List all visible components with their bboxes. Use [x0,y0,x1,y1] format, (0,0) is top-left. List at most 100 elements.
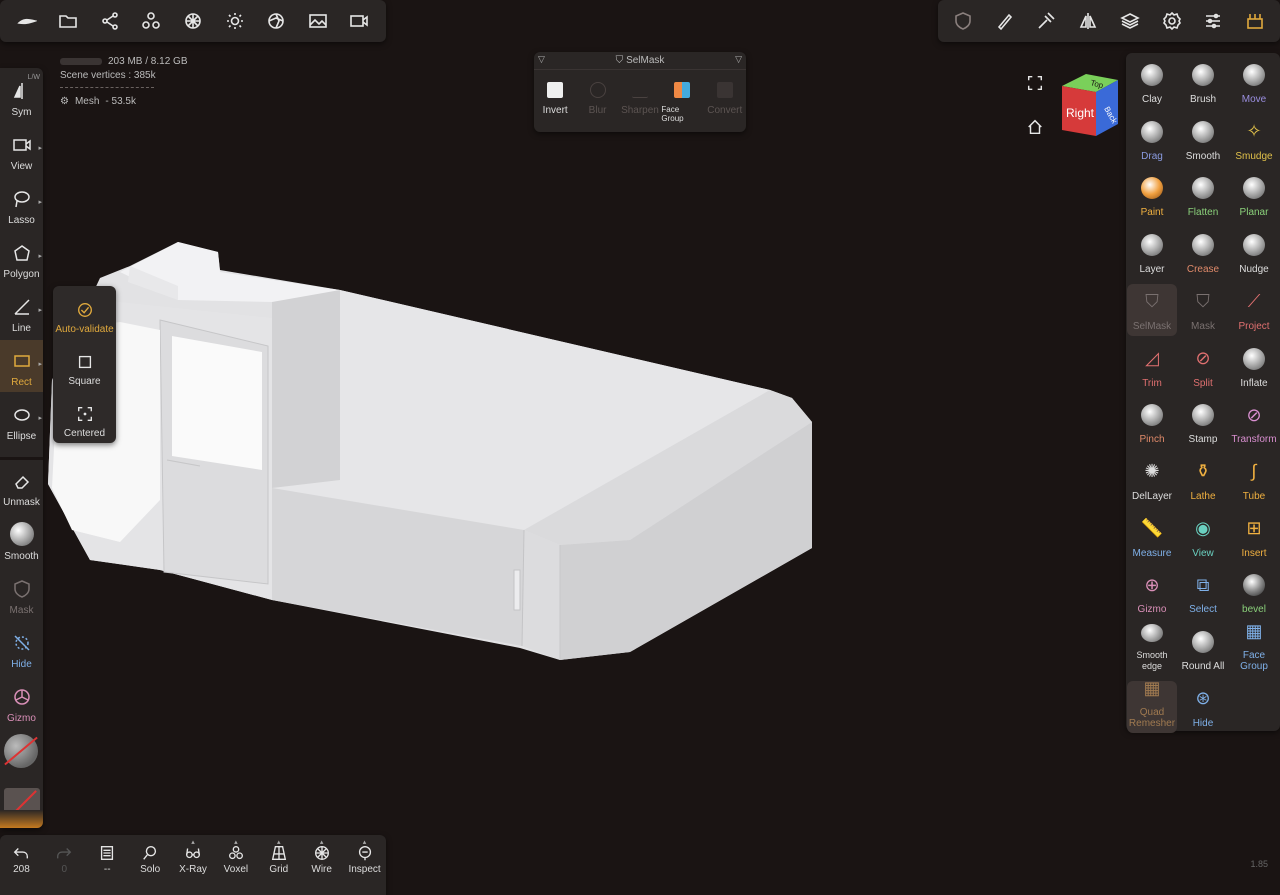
tool-inflate[interactable]: Inflate [1229,341,1279,393]
gizmo-button[interactable]: Gizmo [0,676,43,728]
centered-toggle[interactable]: Centered [53,390,116,442]
share-icon[interactable] [92,3,128,39]
view-cube[interactable]: Top Right Back [1056,72,1122,138]
face-group-button[interactable]: Face Group [661,82,703,123]
square-toggle[interactable]: Square [53,338,116,390]
blur-label: Blur [588,105,607,116]
tool-planar[interactable]: Planar [1229,170,1279,222]
view-button[interactable]: ▸ View [0,124,43,176]
tool-brush[interactable]: Brush [1178,57,1228,109]
tool-nudge[interactable]: Nudge [1229,227,1279,279]
grid-button[interactable]: ▴ Grid [257,839,300,875]
folder-icon[interactable] [50,3,86,39]
tool-label: Drag [1141,150,1163,162]
sliders-icon[interactable] [1195,3,1231,39]
invert-button[interactable]: Invert [534,82,576,123]
rect-button[interactable]: ▸ Rect [0,340,43,392]
inflate-icon [1243,347,1265,370]
tool-view[interactable]: ◉ View [1178,511,1228,563]
tool-split[interactable]: ⊘ Split [1178,341,1228,393]
tool-label: SelMask [1132,320,1172,332]
tool-smooth[interactable]: Smooth [1178,114,1228,166]
sym-button[interactable]: L/W Sym [0,70,43,122]
tool-transform[interactable]: ⊘ Transform [1229,397,1279,449]
tool-trim[interactable]: ◿ Trim [1127,341,1177,393]
hide-button[interactable]: Hide [0,622,43,674]
tool-quad-remesher[interactable]: ▦ Quad Remesher [1127,678,1177,733]
ellipse-button[interactable]: ▸ Ellipse [0,394,43,446]
smooth-button[interactable]: Smooth [0,514,43,566]
collapse-icon[interactable]: ▽ [538,54,545,65]
tool-insert[interactable]: ⊞ Insert [1229,511,1279,563]
tool-measure[interactable]: 📏 Measure [1127,511,1177,563]
solo-button[interactable]: Solo [129,844,172,875]
interface-icon[interactable] [1237,3,1273,39]
hide-icon: ⊛ [1195,688,1211,709]
convert-button[interactable]: Convert [704,82,746,123]
polygon-button[interactable]: ▸ Polygon [0,232,43,284]
xray-button[interactable]: ▴ X-Ray [172,839,215,875]
tool-clay[interactable]: Clay [1127,57,1177,109]
tool-layer[interactable]: Layer [1127,227,1177,279]
wire-button[interactable]: ▴ Wire [300,839,343,875]
tool-flatten[interactable]: Flatten [1178,170,1228,222]
layers-icon[interactable] [1112,3,1148,39]
material-icon[interactable] [175,3,211,39]
expand-icon[interactable]: ▽ [735,54,742,65]
tool-face-group[interactable]: ▦ Face Group [1229,621,1279,676]
camera-icon[interactable] [341,3,377,39]
tool-move[interactable]: Move [1229,57,1279,109]
tool-project[interactable]: ⟋ Project [1229,284,1279,336]
flatten-icon [1192,177,1214,200]
line-icon [13,299,30,315]
undo-button[interactable]: 208 [0,844,43,875]
tool-dellayer[interactable]: ✺ DelLayer [1127,454,1177,506]
mask-button[interactable]: Mask [0,568,43,620]
tool-smudge[interactable]: ✧ Smudge [1229,114,1279,166]
voxel-button[interactable]: ▴ Voxel [214,839,257,875]
tool-stamp[interactable]: Stamp [1178,397,1228,449]
logo-icon[interactable] [9,3,45,39]
tube-icon: ∫ [1251,461,1257,482]
tool-tube[interactable]: ∫ Tube [1229,454,1279,506]
split-icon: ⊘ [1195,348,1211,368]
tool-smooth-edge[interactable]: Smooth edge [1127,624,1177,676]
color-swatch[interactable] [0,810,43,828]
home-icon[interactable] [1026,118,1050,142]
tool-crease[interactable]: Crease [1178,227,1228,279]
history-button[interactable]: -- [86,844,129,875]
auto-validate-toggle[interactable]: Auto-validate [53,286,116,338]
fullscreen-icon[interactable] [1026,74,1050,98]
line-button[interactable]: ▸ Line [0,286,43,338]
tool-selmask[interactable]: ⛉ SelMask [1127,283,1177,336]
inspect-button[interactable]: ▴ Inspect [343,839,386,875]
mesh-row[interactable]: ⚙ Mesh - 53.5k [60,94,188,108]
unmask-button[interactable]: Unmask [0,460,43,512]
tool-select[interactable]: ⧉ Select [1178,567,1228,619]
tool-round-all[interactable]: Round All [1178,624,1228,676]
sharpen-button[interactable]: Sharpen [619,82,661,123]
tool-drag[interactable]: Drag [1127,114,1177,166]
tool-lathe[interactable]: ⚱ Lathe [1178,454,1228,506]
tool-label: DelLayer [1131,490,1173,502]
tool-paint[interactable]: Paint [1127,170,1177,222]
tool-pinch[interactable]: Pinch [1127,397,1177,449]
redo-button[interactable]: 0 [43,844,86,875]
hammer-icon[interactable] [1028,3,1064,39]
tool-hide[interactable]: ⊛ Hide [1178,681,1228,733]
settings-icon[interactable] [1154,3,1190,39]
selmask-icon[interactable] [945,3,981,39]
tool-bevel[interactable]: bevel [1229,567,1279,619]
postprocess-icon[interactable] [258,3,294,39]
paint-icon[interactable] [987,3,1023,39]
light-icon[interactable] [217,3,253,39]
material-ball[interactable] [4,734,38,768]
selmask-header[interactable]: ▽ ⛉ SelMask ▽ [534,52,746,70]
background-icon[interactable] [300,3,336,39]
symmetry-icon[interactable] [1070,3,1106,39]
lasso-button[interactable]: ▸ Lasso [0,178,43,230]
blur-button[interactable]: Blur [577,82,619,123]
tool-mask[interactable]: ⛉ Mask [1178,284,1228,336]
scene-icon[interactable] [133,3,169,39]
tool-gizmo[interactable]: ⊕ Gizmo [1127,567,1177,619]
